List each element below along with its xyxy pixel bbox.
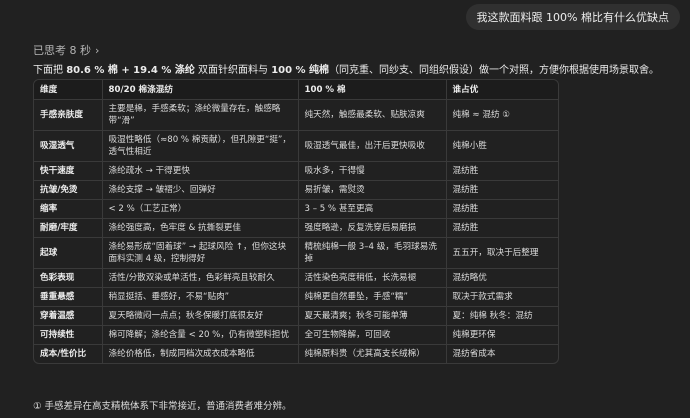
winner-cell: 混纺胜 <box>446 218 558 238</box>
cotton-cell: 精梳纯棉一般 3–4 级，毛羽球易洗掉 <box>298 237 447 269</box>
table-row: 吸湿透气 吸湿性略低（≈80 % 棉贡献），但孔隙更“挺”，透气性相近 吸湿透气最佳… <box>34 130 558 162</box>
comparison-table: 维度 80/20 棉涤混纺 100 % 棉 谁占优 手感亲肤度 主要是棉，手感柔软… <box>33 79 559 364</box>
blend-cell: 涤纶疏水 → 干得更快 <box>102 161 299 181</box>
blend-cell: 棉可降解；涤纶含量 < 20 %，仍有微塑料担忧 <box>102 325 299 345</box>
cotton-cell: 全可生物降解，可回收 <box>298 325 447 345</box>
winner-cell: 混纺略优 <box>446 268 558 288</box>
winner-cell: 纯棉小胜 <box>446 130 558 162</box>
table-row: 抗皱/免烫 涤纶支撑 → 皱褶少、回弹好 易折皱，需熨烫 混纺胜 <box>34 180 558 200</box>
intro-suffix: （同克重、同纱支、同组织假设）做一个对照，方便你根据使用场景取舍。 <box>329 65 660 76</box>
header-blend: 80/20 棉涤混纺 <box>102 80 299 100</box>
table-row: 缩率 < 2 %（工艺正常） 3 – 5 % 甚至更高 混纺胜 <box>34 199 558 219</box>
dimension-cell: 可持续性 <box>34 325 103 345</box>
cotton-cell: 夏天最清爽；秋冬可能单薄 <box>298 306 447 326</box>
thought-toggle[interactable]: 已思考 8 秒 › <box>33 42 99 58</box>
chevron-right-icon: › <box>95 43 100 57</box>
cotton-cell: 活性染色亮度稍低，长洗易褪 <box>298 268 447 288</box>
table-row: 垂重悬感 稍显挺括、垂感好，不易“贴肉” 纯棉更自然垂坠，手感“糯” 取决于款式需求 <box>34 287 558 307</box>
blend-cell: 活性/分散双染或单活性，色彩鲜亮且较耐久 <box>102 268 299 288</box>
blend-cell: 涤纶易形成“固着球” → 起球风险 ↑，但你这块面料实测 4 级，控制得好 <box>102 237 299 269</box>
table-row: 成本/性价比 涤纶价格低，制成同档次成衣成本略低 纯棉原料贵（尤其高支长绒棉） 混纺省… <box>34 344 558 363</box>
winner-cell: 混纺胜 <box>446 161 558 181</box>
dimension-cell: 垂重悬感 <box>34 287 103 307</box>
intro-prefix: 下面把 <box>33 65 67 76</box>
winner-cell: 五五开，取决于后整理 <box>446 237 558 269</box>
intro-middle: 双面针织面料与 <box>194 65 272 76</box>
blend-cell: < 2 %（工艺正常） <box>102 199 299 219</box>
thought-label: 已思考 8 秒 <box>33 44 91 57</box>
table-row: 起球 涤纶易形成“固着球” → 起球风险 ↑，但你这块面料实测 4 级，控制得好精… <box>34 237 558 269</box>
table-row: 手感亲肤度 主要是棉，手感柔软；涤纶微量存在，触感略带“滑” 纯天然，触感最柔软、贴… <box>34 99 558 131</box>
blend-cell: 涤纶价格低，制成同档次成衣成本略低 <box>102 344 299 363</box>
dimension-cell: 穿着温感 <box>34 306 103 326</box>
winner-cell: 混纺胜 <box>446 199 558 219</box>
winner-cell: 混纺胜 <box>446 180 558 200</box>
table-row: 快干速度 涤纶疏水 → 干得更快 吸水多，干得慢 混纺胜 <box>34 161 558 181</box>
dimension-cell: 色彩表现 <box>34 268 103 288</box>
header-cotton: 100 % 棉 <box>298 80 447 100</box>
cotton-cell: 纯棉更自然垂坠，手感“糯” <box>298 287 447 307</box>
dimension-cell: 吸湿透气 <box>34 130 103 162</box>
table-body: 手感亲肤度 主要是棉，手感柔软；涤纶微量存在，触感略带“滑” 纯天然，触感最柔软、贴… <box>34 99 558 363</box>
dimension-cell: 起球 <box>34 237 103 269</box>
blend-cell: 稍显挺括、垂感好，不易“贴肉” <box>102 287 299 307</box>
intro-fabric-a: 80.6 % 棉 + 19.4 % 涤纶 <box>66 65 195 76</box>
cotton-cell: 吸湿透气最佳，出汗后更快吸收 <box>298 130 447 162</box>
blend-cell: 涤纶强度高，色牢度 & 抗撕裂更佳 <box>102 218 299 238</box>
table-row: 耐磨/牢度 涤纶强度高，色牢度 & 抗撕裂更佳 强度略逊，反复洗穿后易磨损 混纺胜 <box>34 218 558 238</box>
cotton-cell: 纯天然，触感最柔软、贴肤凉爽 <box>298 99 447 131</box>
winner-cell: 混纺省成本 <box>452 349 496 359</box>
dimension-cell: 成本/性价比 <box>34 344 103 363</box>
winner-cell: 纯棉 ≈ 混纺 ① <box>446 99 558 131</box>
intro-paragraph: 下面把 80.6 % 棉 + 19.4 % 涤纶 双面针织面料与 100 % 纯… <box>33 61 670 76</box>
cotton-cell: 纯棉原料贵（尤其高支长绒棉） <box>298 344 447 363</box>
user-message-bubble: 我这款面料跟 100% 棉比有什么优缺点 <box>465 4 680 30</box>
footnote: ① 手感差异在高支精梳体系下非常接近，普通消费者难分辨。 <box>33 401 292 412</box>
table-row: 可持续性 棉可降解；涤纶含量 < 20 %，仍有微塑料担忧 全可生物降解，可回收 纯棉… <box>34 325 558 345</box>
blend-cell: 吸湿性略低（≈80 % 棉贡献），但孔隙更“挺”，透气性相近 <box>102 130 299 162</box>
winner-cell: 夏：纯棉 秋冬：混纺 <box>446 306 558 326</box>
user-message-text: 我这款面料跟 100% 棉比有什么优缺点 <box>476 11 669 24</box>
table-row: 色彩表现 活性/分散双染或单活性，色彩鲜亮且较耐久 活性染色亮度稍低，长洗易褪 混纺略… <box>34 268 558 288</box>
dimension-cell: 抗皱/免烫 <box>34 180 103 200</box>
dimension-cell: 手感亲肤度 <box>34 99 103 131</box>
dimension-cell: 缩率 <box>34 199 103 219</box>
cotton-cell: 强度略逊，反复洗穿后易磨损 <box>298 218 447 238</box>
cotton-cell: 吸水多，干得慢 <box>298 161 447 181</box>
dimension-cell: 快干速度 <box>34 161 103 181</box>
header-winner: 谁占优 <box>446 80 558 100</box>
table-row: 穿着温感 夏天略微闷一点点；秋冬保暖打底很友好 夏天最清爽；秋冬可能单薄 夏：纯棉 秋… <box>34 306 558 326</box>
intro-fabric-b: 100 % 纯棉 <box>271 65 330 76</box>
cotton-cell: 易折皱，需熨烫 <box>298 180 447 200</box>
blend-cell: 涤纶支撑 → 皱褶少、回弹好 <box>102 180 299 200</box>
blend-cell: 主要是棉，手感柔软；涤纶微量存在，触感略带“滑” <box>102 99 299 131</box>
winner-cell: 纯棉更环保 <box>446 325 558 345</box>
dimension-cell: 耐磨/牢度 <box>34 218 103 238</box>
header-dimension: 维度 <box>34 80 103 100</box>
table-header-row: 维度 80/20 棉涤混纺 100 % 棉 谁占优 <box>34 80 558 100</box>
cotton-cell: 3 – 5 % 甚至更高 <box>298 199 447 219</box>
winner-cell: 取决于款式需求 <box>446 287 558 307</box>
blend-cell: 夏天略微闷一点点；秋冬保暖打底很友好 <box>102 306 299 326</box>
